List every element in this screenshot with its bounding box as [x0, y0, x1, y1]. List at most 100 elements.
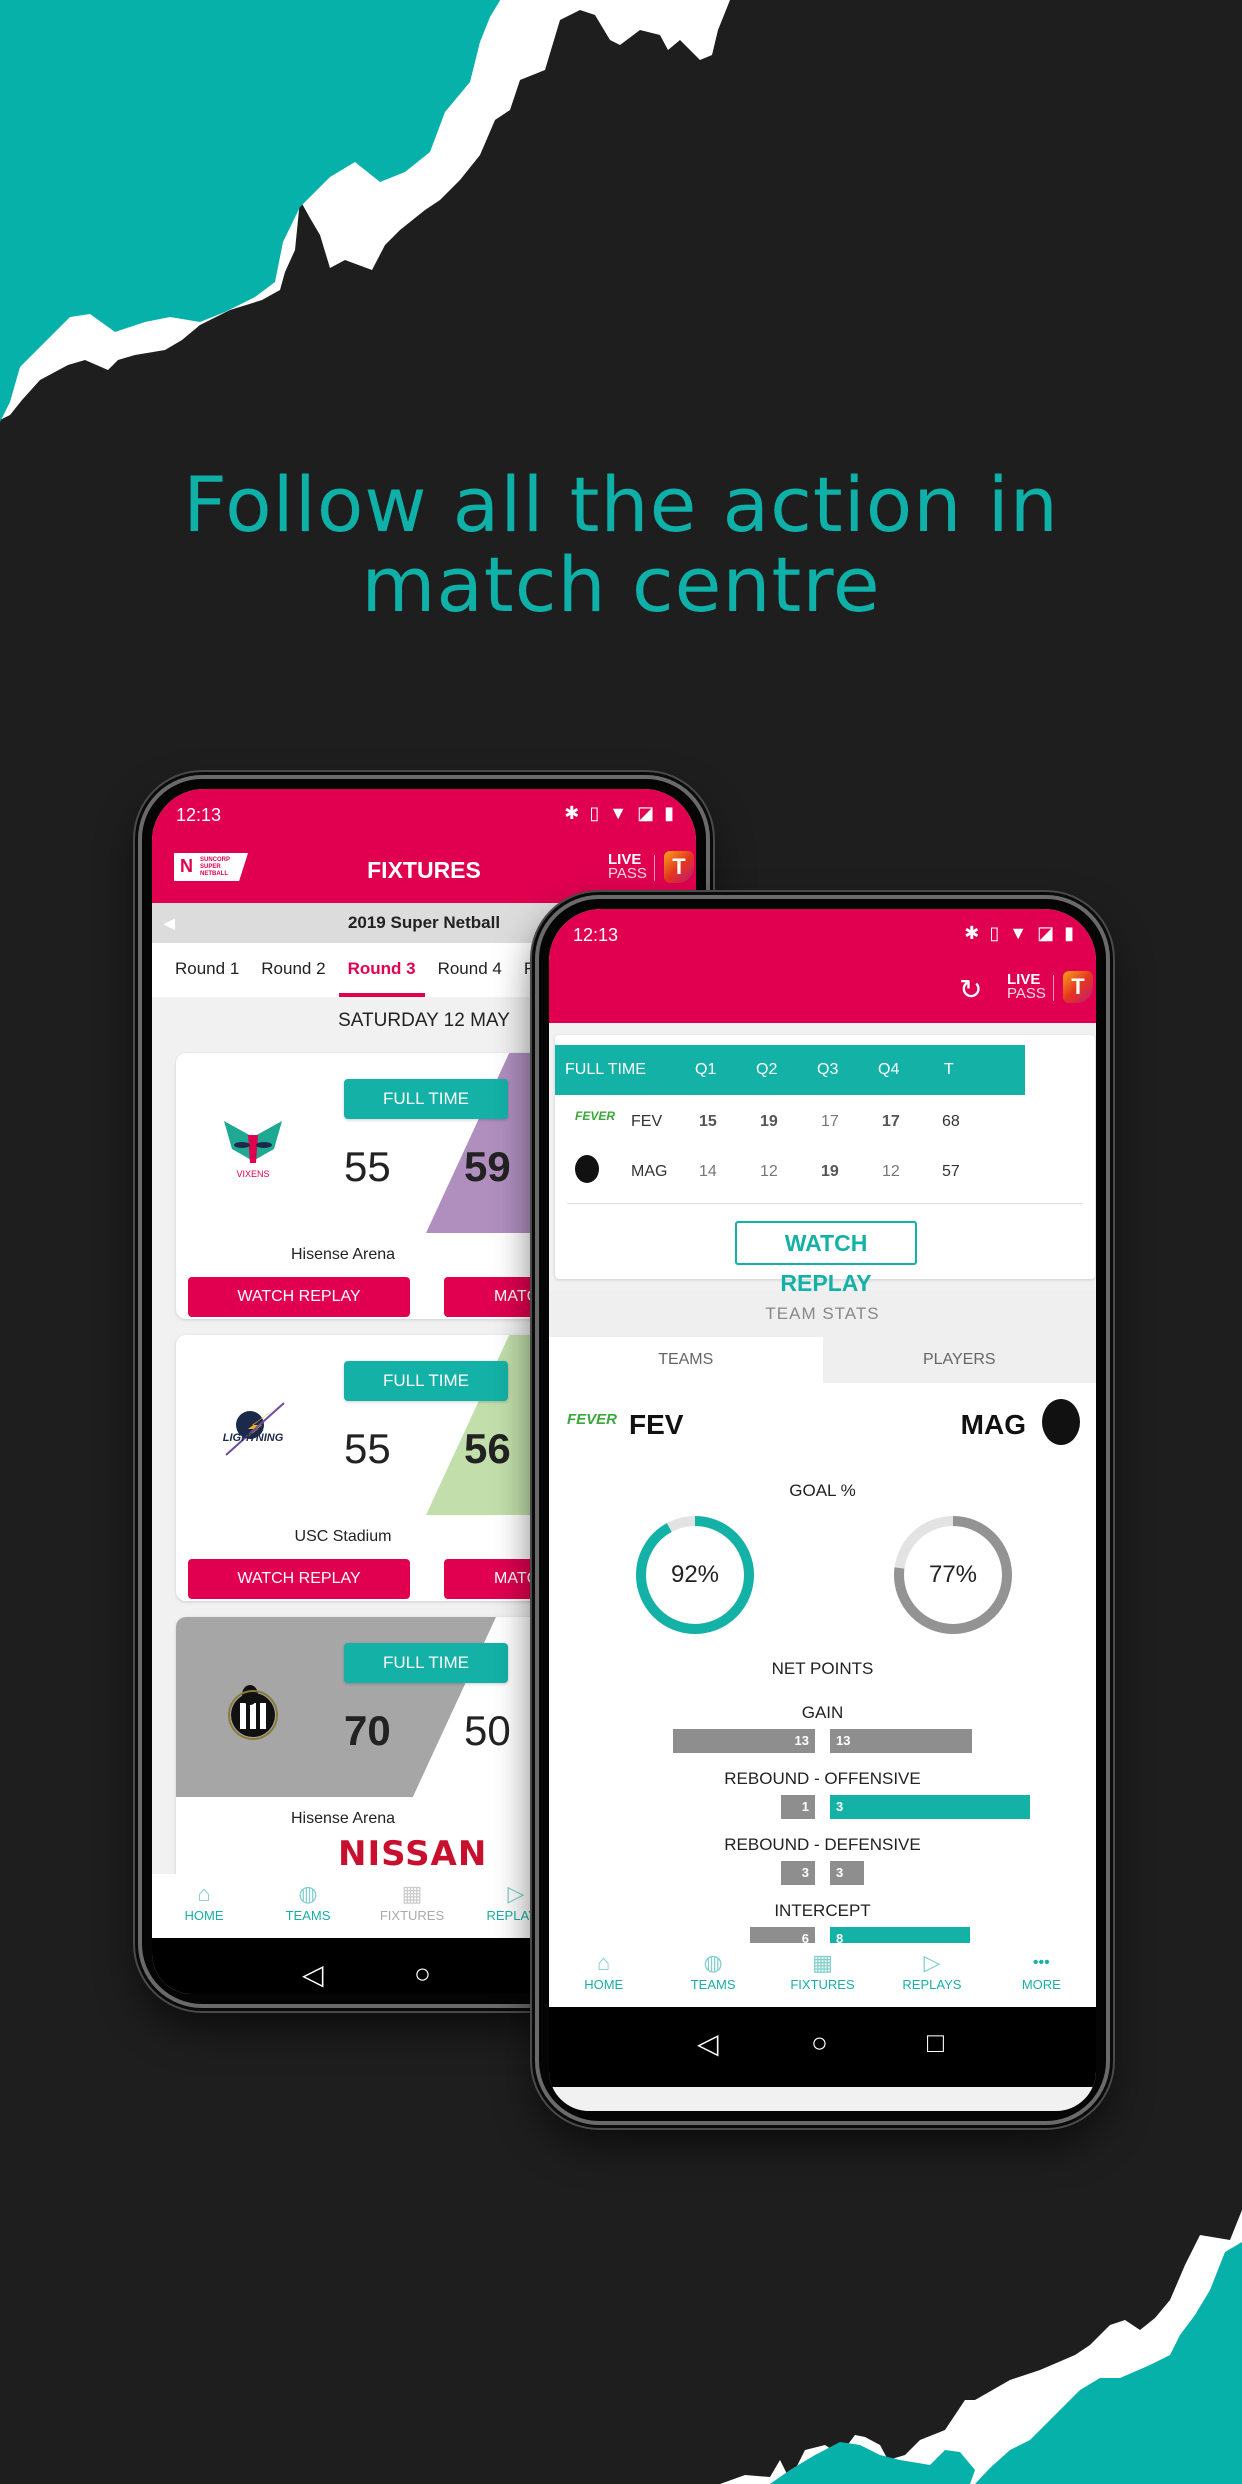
match-status-badge: FULL TIME — [344, 1361, 508, 1401]
battery-charging-icon: ▮ — [1064, 923, 1074, 943]
tab-round-4[interactable]: Round 4 — [427, 943, 513, 997]
no-signal-icon: ◪ — [637, 803, 655, 823]
goal-pct-label: GOAL % — [789, 1481, 856, 1500]
team-stats-panel: FEVER FEV MAG GOAL % 92% 77% NET POINTS — [549, 1383, 1096, 1951]
venue: Hisense Arena — [290, 1810, 396, 1827]
match-status-badge: FULL TIME — [344, 1643, 508, 1683]
tab-players[interactable]: PLAYERS — [822, 1337, 1096, 1383]
bluetooth-icon: ✱ — [564, 803, 580, 823]
away-score: 50 — [464, 1707, 511, 1754]
status-bar: 12:13 ✱ ▯ ▼ ◪ ▮ — [152, 789, 696, 839]
home-stat-bar: 1 — [781, 1795, 815, 1819]
home-icon: ⌂ — [597, 1950, 611, 1975]
home-score: 55 — [344, 1143, 391, 1190]
headline: Follow all the action in match centre — [0, 465, 1242, 625]
watch-replay-button[interactable]: WATCH REPLAY — [188, 1277, 410, 1317]
telstra-logo: T — [1063, 971, 1093, 1003]
magpies-logo — [575, 1155, 599, 1183]
away-score: 56 — [464, 1425, 511, 1472]
netball-icon: ◍ — [703, 1950, 723, 1975]
match-status-badge: FULL TIME — [344, 1079, 508, 1119]
vibrate-icon: ▯ — [989, 923, 1000, 943]
tab-round-1[interactable]: Round 1 — [164, 943, 250, 997]
away-stat-bar: 3 — [830, 1861, 864, 1885]
headline-line-1: Follow all the action in — [183, 460, 1059, 549]
stats-tabs: TEAMS PLAYERS — [549, 1337, 1096, 1383]
status-bar: 12:13 ✱ ▯ ▼ ◪ ▮ — [549, 909, 1096, 959]
fever-logo: FEVER — [567, 1411, 618, 1428]
nav-replays[interactable]: ▷ REPLAYS — [877, 1943, 986, 2007]
nav-home[interactable]: ⌂ HOME — [549, 1943, 658, 2007]
home-circle-icon[interactable]: ○ — [414, 1958, 431, 1990]
stat-label: REBOUND - DEFENSIVE — [724, 1835, 921, 1854]
away-score: 59 — [464, 1143, 511, 1190]
stat-bar-row: 33 — [549, 1861, 1096, 1885]
livepass-logo[interactable]: LIVE PASS — [1007, 972, 1046, 1001]
calendar-icon: ▦ — [401, 1881, 423, 1906]
home-stat-bar: 13 — [673, 1729, 815, 1753]
tab-round-2[interactable]: Round 2 — [250, 943, 336, 997]
system-nav-bar: ◁ ○ □ — [549, 2007, 1096, 2087]
back-icon[interactable]: ◁ — [697, 2027, 719, 2060]
recents-icon[interactable]: □ — [927, 2027, 944, 2059]
magpies-logo — [228, 1685, 278, 1740]
match-centre-screen: 12:13 ✱ ▯ ▼ ◪ ▮ ↻ LIVE PASS T FULL TIME … — [549, 909, 1096, 2111]
home-stat-bar: 3 — [781, 1861, 815, 1885]
nav-teams[interactable]: ◍ TEAMS — [658, 1943, 767, 2007]
status-time: 12:13 — [573, 925, 619, 945]
vibrate-icon: ▯ — [589, 803, 600, 823]
table-row: MAG 14 12 19 12 57 — [555, 1147, 1095, 1197]
nav-more[interactable]: ••• MORE — [987, 1943, 1096, 2007]
team-stats-header: TEAM STATS — [549, 1291, 1096, 1337]
svg-text:VIXENS: VIXENS — [236, 1169, 269, 1179]
torn-white-bottom — [720, 2210, 1242, 2484]
tab-round-3[interactable]: Round 3 — [337, 943, 427, 997]
stat-label: GAIN — [801, 1703, 844, 1722]
refresh-icon[interactable]: ↻ — [959, 973, 982, 1006]
away-stat-bar: 3 — [830, 1795, 1030, 1819]
home-score: 70 — [344, 1707, 391, 1754]
livepass-logo[interactable]: LIVE PASS — [608, 852, 647, 881]
tab-teams[interactable]: TEAMS — [549, 1337, 823, 1383]
replay-icon: ▷ — [923, 1950, 941, 1975]
stat-label: INTERCEPT — [774, 1901, 871, 1920]
status-time: 12:13 — [176, 805, 222, 825]
home-icon: ⌂ — [197, 1881, 211, 1906]
score-table-header: FULL TIME Q1 Q2 Q3 Q4 T — [555, 1045, 1025, 1095]
sponsor-banner[interactable]: NISSAN — [338, 1834, 487, 1874]
home-team-name: FEV — [629, 1409, 684, 1440]
venue: Hisense Arena — [290, 1246, 396, 1263]
back-icon[interactable]: ◁ — [302, 1958, 324, 1991]
nav-teams[interactable]: ◍ TEAMS — [256, 1874, 360, 1938]
score-table: FULL TIME Q1 Q2 Q3 Q4 T FEVER FEV 15 19 … — [555, 1035, 1095, 1296]
away-goal-pct-donut: 77% — [891, 1513, 1015, 1637]
bottom-nav: ⌂ HOME ◍ TEAMS ▦ FIXTURES ▷ REPLAYS ••• … — [549, 1943, 1096, 2007]
watch-replay-button[interactable]: WATCH REPLAY — [188, 1559, 410, 1599]
away-team-name: MAG — [960, 1409, 1026, 1440]
more-icon: ••• — [1032, 1954, 1050, 1971]
magpies-logo — [1042, 1399, 1080, 1445]
lightning-logo: LIGHTNING — [223, 1402, 285, 1456]
fever-logo: FEVER — [575, 1109, 616, 1123]
nav-home[interactable]: ⌂ HOME — [152, 1874, 256, 1938]
app-bar: ↻ LIVE PASS T — [549, 959, 1096, 1023]
calendar-icon: ▦ — [812, 1950, 833, 1975]
nav-fixtures[interactable]: ▦ FIXTURES — [768, 1943, 877, 2007]
phone-match-centre: 12:13 ✱ ▯ ▼ ◪ ▮ ↻ LIVE PASS T FULL TIME … — [535, 895, 1110, 2125]
stat-bar-row: 13 13 — [549, 1729, 1096, 1753]
bluetooth-icon: ✱ — [964, 923, 980, 943]
season-prev-icon[interactable]: ◀ — [164, 903, 175, 943]
torn-white-top — [0, 0, 730, 420]
venue: USC Stadium — [294, 1528, 392, 1545]
home-circle-icon[interactable]: ○ — [811, 2027, 828, 2059]
torn-teal-top — [0, 0, 501, 422]
svg-text:LIGHTNING: LIGHTNING — [223, 1432, 284, 1444]
nav-fixtures[interactable]: ▦ FIXTURES — [360, 1874, 464, 1938]
stat-bar-row: 13 — [549, 1795, 1096, 1819]
watch-replay-button[interactable]: WATCH REPLAY — [735, 1221, 917, 1296]
home-goal-pct-donut: 92% — [633, 1513, 757, 1637]
app-bar: N SUNCORP SUPER NETBALL FIXTURES LIVE PA… — [152, 839, 696, 903]
torn-teal-bottom — [975, 2242, 1242, 2484]
table-row: FEVER FEV 15 19 17 17 68 — [575, 1109, 960, 1130]
wifi-icon: ▼ — [609, 803, 628, 823]
